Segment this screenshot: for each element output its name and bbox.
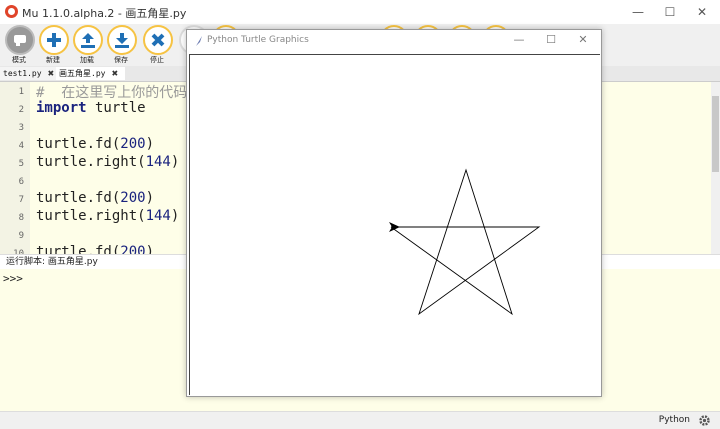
status-bar: Python [0,411,720,429]
close-x-icon [151,33,165,47]
turtle-canvas[interactable] [189,54,600,395]
stop-button[interactable]: 停止 [140,25,174,65]
tab-label: 画五角星.py [59,69,106,78]
close-button[interactable]: ✕ [688,2,716,22]
code-line[interactable]: # 在这里写上你的代码 [36,82,187,102]
line-number: 3 [18,123,24,133]
tab-close-icon[interactable]: ✖ [111,67,118,80]
line-number: 8 [18,213,24,223]
mode-button[interactable]: 模式 [2,25,36,65]
tab-label: test1.py [3,69,42,78]
turtle-cursor-icon [389,222,400,232]
code-line[interactable]: import turtle [36,100,146,116]
mode-icon [14,35,26,46]
code-line[interactable]: turtle.right(144) [36,154,179,170]
repl-prompt: >>> [3,272,23,285]
feather-icon [196,36,202,46]
gear-icon[interactable] [698,414,711,427]
line-number: 1 [18,87,24,97]
editor-scrollbar[interactable] [711,82,720,254]
tab-close-icon[interactable]: ✖ [48,67,55,80]
tab-pentagram[interactable]: 画五角星.py ✖ [56,67,125,80]
turtle-window-title: Python Turtle Graphics [207,35,309,45]
turtle-graphics-window[interactable]: Python Turtle Graphics — ☐ ✕ [186,29,602,397]
minimize-button[interactable]: — [624,2,652,22]
star-path [390,168,541,316]
line-number: 7 [18,195,24,205]
download-icon [115,33,129,48]
new-button[interactable]: 新建 [36,25,70,65]
upload-icon [81,33,95,48]
turtle-minimize-button[interactable]: — [509,33,529,46]
line-number: 4 [18,141,24,151]
save-button[interactable]: 保存 [104,25,138,65]
window-title: Mu 1.1.0.alpha.2 - 画五角星.py [22,7,187,20]
maximize-button[interactable]: ☐ [656,2,684,22]
turtle-maximize-button[interactable]: ☐ [541,33,561,46]
code-line[interactable]: turtle.fd(200) [36,190,154,206]
code-line[interactable]: turtle.fd(200) [36,244,154,254]
scrollbar-thumb[interactable] [712,96,719,172]
turtle-close-button[interactable]: ✕ [573,33,593,46]
line-number: 5 [18,159,24,169]
code-line[interactable]: turtle.right(144) [36,208,179,224]
mode-indicator[interactable]: Python [659,415,690,425]
plus-icon [47,33,61,47]
line-number: 6 [18,177,24,187]
mu-logo-icon [5,5,18,18]
stop-label: 停止 [150,56,164,64]
title-bar: Mu 1.1.0.alpha.2 - 画五角星.py — ☐ ✕ [0,0,720,24]
turtle-window-titlebar[interactable]: Python Turtle Graphics — ☐ ✕ [187,30,601,52]
tab-test1[interactable]: test1.py ✖ [0,67,57,80]
code-line[interactable]: turtle.fd(200) [36,136,154,152]
star-drawing [389,168,541,316]
line-number: 9 [18,231,24,241]
line-number: 2 [18,105,24,115]
load-button[interactable]: 加载 [70,25,104,65]
